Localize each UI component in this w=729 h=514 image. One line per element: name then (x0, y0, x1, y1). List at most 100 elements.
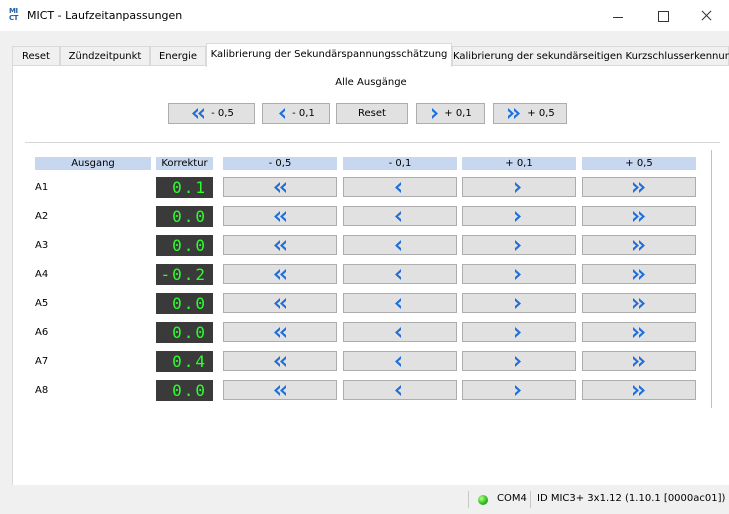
output-label: A1 (35, 182, 49, 193)
double-chevron-left-icon (274, 326, 286, 338)
all-minus-01-label: - 0,1 (292, 108, 315, 119)
double-chevron-left-icon (274, 355, 286, 367)
chevron-left-icon (395, 384, 401, 396)
all-reset-button[interactable]: Reset (336, 103, 408, 124)
tab-kalibrierung-sekundaerspannung[interactable]: Kalibrierung der Sekundärspannungsschätz… (206, 43, 452, 67)
all-minus-05-button[interactable]: - 0,5 (168, 103, 255, 124)
row-minus-05-button[interactable] (223, 293, 337, 313)
row-plus-05-button[interactable] (582, 322, 696, 342)
row-minus-05-button[interactable] (223, 206, 337, 226)
row-plus-01-button[interactable] (462, 322, 576, 342)
double-chevron-right-icon (633, 355, 645, 367)
double-chevron-left-icon (274, 210, 286, 222)
row-plus-05-button[interactable] (582, 293, 696, 313)
output-label: A6 (35, 327, 49, 338)
correction-display: 0.0 (156, 380, 213, 401)
output-label: A3 (35, 240, 49, 251)
row-minus-01-button[interactable] (343, 380, 457, 400)
row-minus-05-button[interactable] (223, 264, 337, 284)
chevron-left-icon (395, 181, 401, 193)
chevron-right-icon (515, 210, 521, 222)
tab-kalibrierung-kurzschluss[interactable]: Kalibrierung der sekundärseitigen Kurzsc… (452, 46, 729, 66)
row-minus-01-button[interactable] (343, 264, 457, 284)
row-minus-01-button[interactable] (343, 351, 457, 371)
header-ausgang: Ausgang (35, 157, 151, 170)
row-plus-01-button[interactable] (462, 380, 576, 400)
row-minus-05-button[interactable] (223, 380, 337, 400)
row-plus-05-button[interactable] (582, 235, 696, 255)
row-plus-01-button[interactable] (462, 293, 576, 313)
output-label: A8 (35, 385, 49, 396)
double-chevron-left-icon (274, 181, 286, 193)
chevron-right-icon (515, 239, 521, 251)
all-plus-05-button[interactable]: + 0,5 (493, 103, 567, 124)
row-plus-01-button[interactable] (462, 206, 576, 226)
chevron-right-icon (515, 297, 521, 309)
minimize-button[interactable] (595, 0, 640, 31)
row-plus-05-button[interactable] (582, 264, 696, 284)
output-label: A4 (35, 269, 49, 280)
row-plus-05-button[interactable] (582, 351, 696, 371)
row-minus-01-button[interactable] (343, 177, 457, 197)
output-label: A5 (35, 298, 49, 309)
maximize-button[interactable] (640, 0, 685, 31)
double-chevron-left-icon (274, 297, 286, 309)
correction-display: -0.2 (156, 264, 213, 285)
header-plus-01: + 0,1 (462, 157, 576, 170)
row-plus-05-button[interactable] (582, 380, 696, 400)
row-minus-05-button[interactable] (223, 322, 337, 342)
row-plus-05-button[interactable] (582, 206, 696, 226)
row-plus-01-button[interactable] (462, 351, 576, 371)
correction-display: 0.4 (156, 351, 213, 372)
correction-display: 0.1 (156, 177, 213, 198)
correction-display: 0.0 (156, 322, 213, 343)
chevron-right-icon (515, 268, 521, 280)
row-minus-05-button[interactable] (223, 351, 337, 371)
output-label: A2 (35, 211, 49, 222)
row-minus-05-button[interactable] (223, 177, 337, 197)
double-chevron-right-icon (633, 384, 645, 396)
tab-panel: Alle Ausgänge - 0,5 - 0,1 Reset + 0,1 + … (12, 65, 729, 485)
double-chevron-right-icon (633, 268, 645, 280)
tab-zuendzeitpunkt[interactable]: Zündzeitpunkt (60, 46, 150, 66)
chevron-right-icon (515, 326, 521, 338)
row-minus-01-button[interactable] (343, 293, 457, 313)
all-minus-01-button[interactable]: - 0,1 (262, 103, 330, 124)
chevron-right-icon (515, 355, 521, 367)
double-chevron-right-icon (633, 326, 645, 338)
all-plus-01-button[interactable]: + 0,1 (416, 103, 485, 124)
vertical-divider (711, 150, 712, 408)
tab-reset[interactable]: Reset (12, 46, 60, 66)
status-divider (468, 491, 469, 508)
correction-display: 0.0 (156, 235, 213, 256)
chevron-left-icon (395, 355, 401, 367)
status-port: COM4 (497, 493, 527, 504)
row-plus-01-button[interactable] (462, 264, 576, 284)
header-plus-05: + 0,5 (582, 157, 696, 170)
row-minus-01-button[interactable] (343, 322, 457, 342)
output-label: A7 (35, 356, 49, 367)
row-minus-05-button[interactable] (223, 235, 337, 255)
chevron-left-icon (395, 268, 401, 280)
chevron-right-icon (515, 181, 521, 193)
tab-energie[interactable]: Energie (150, 46, 206, 66)
double-chevron-right-icon (633, 239, 645, 251)
chevron-left-icon (395, 326, 401, 338)
correction-display: 0.0 (156, 206, 213, 227)
row-minus-01-button[interactable] (343, 206, 457, 226)
status-bar: COM4 ID MIC3+ 3x1.12 (1.10.1 [0000ac01]) (0, 485, 729, 514)
status-device-id: ID MIC3+ 3x1.12 (1.10.1 [0000ac01]) (537, 493, 726, 504)
double-chevron-left-icon (192, 108, 205, 119)
row-plus-05-button[interactable] (582, 177, 696, 197)
double-chevron-left-icon (274, 268, 286, 280)
chevron-right-icon (432, 108, 439, 119)
close-button[interactable] (684, 0, 729, 31)
row-plus-01-button[interactable] (462, 235, 576, 255)
double-chevron-left-icon (274, 384, 286, 396)
row-minus-01-button[interactable] (343, 235, 457, 255)
all-outputs-label: Alle Ausgänge (335, 77, 407, 88)
window-title: MICT - Laufzeitanpassungen (27, 9, 183, 22)
app-logo-icon: MI CT (9, 7, 18, 22)
row-plus-01-button[interactable] (462, 177, 576, 197)
all-minus-05-label: - 0,5 (211, 108, 234, 119)
